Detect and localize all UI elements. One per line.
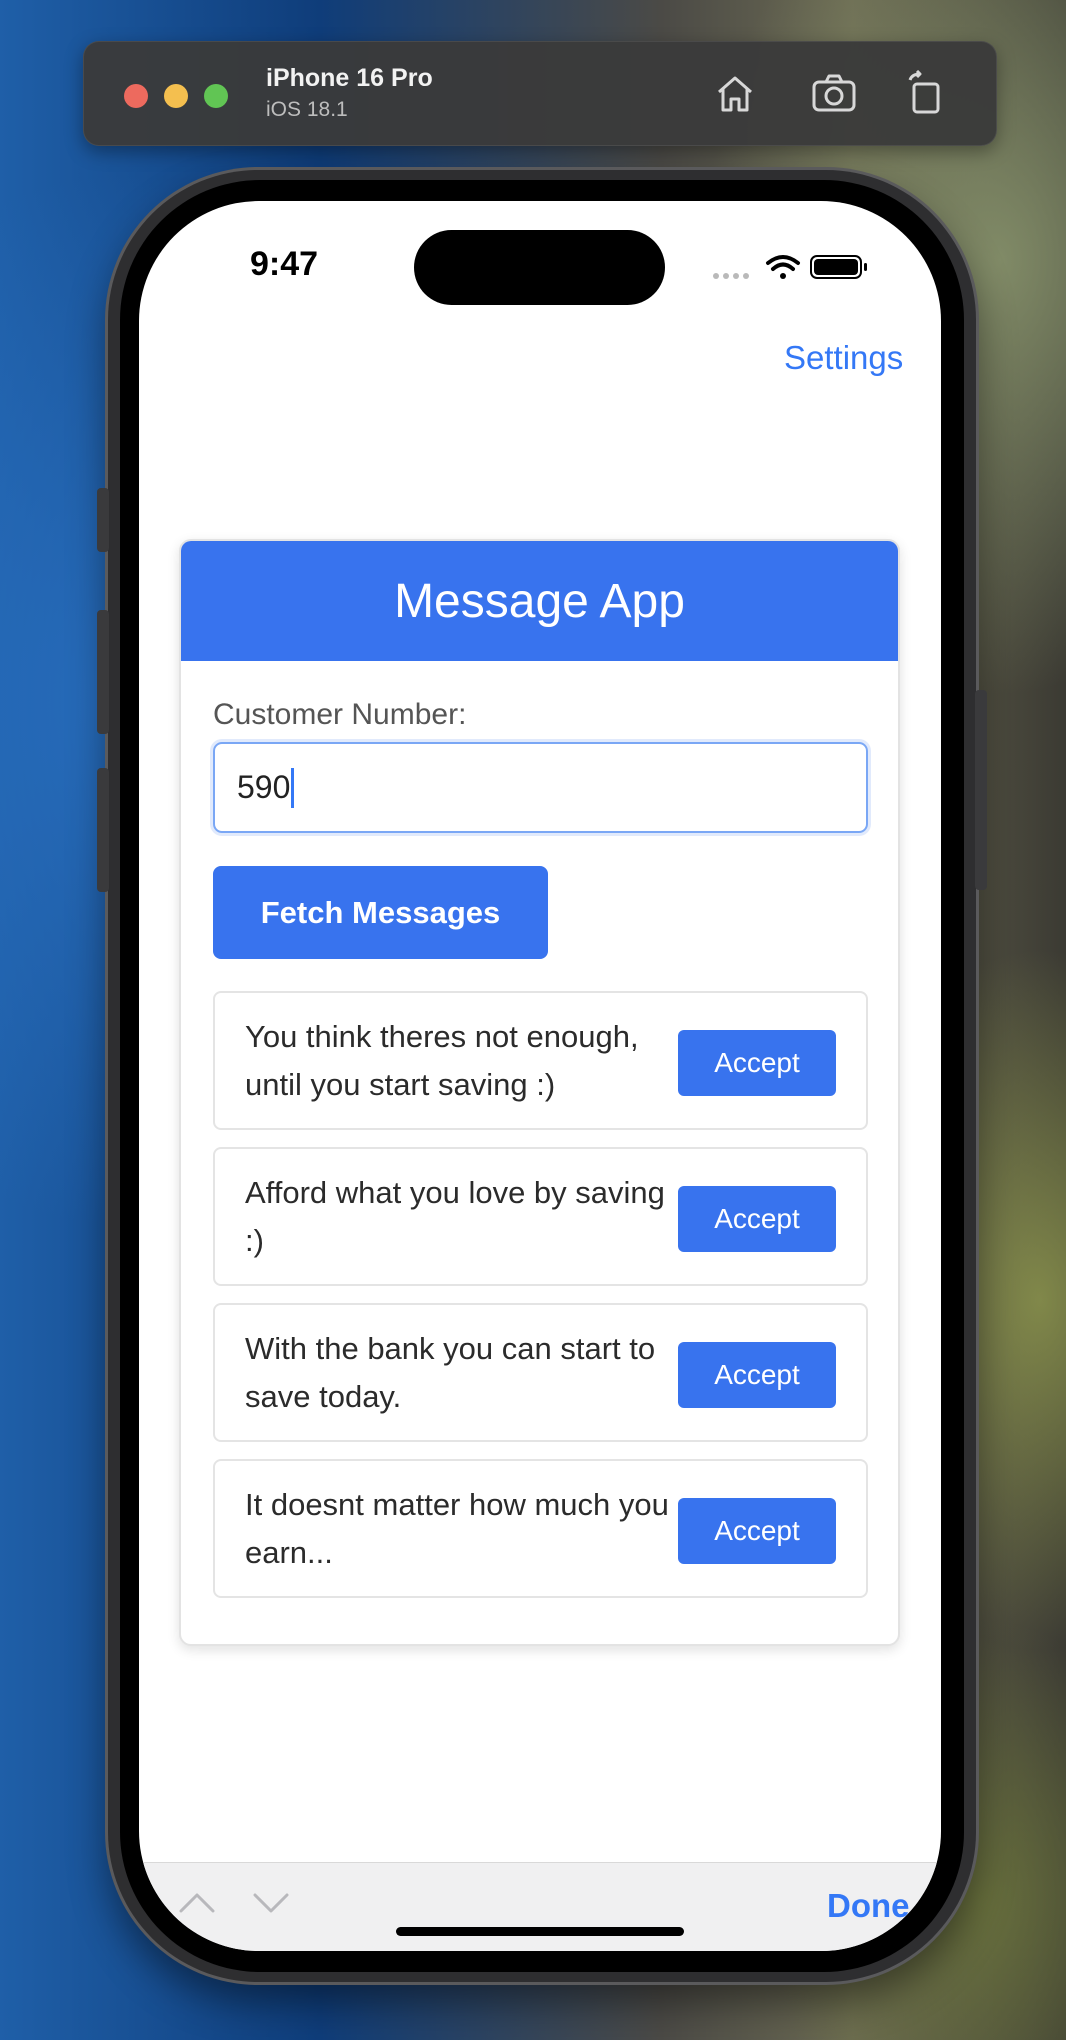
message-list: You think theres not enough, until you s… [213,991,868,1615]
message-text: It doesnt matter how much you earn... [245,1486,669,1570]
rotate-icon[interactable] [902,69,950,118]
message-text: Afford what you love by saving :) [245,1174,665,1258]
screenshot-icon[interactable] [810,70,858,118]
os-version: iOS 18.1 [266,98,348,121]
message-item: You think theres not enough, until you s… [213,991,868,1130]
accept-button[interactable]: Accept [678,1498,836,1564]
dynamic-island [414,230,665,305]
signal-icon [713,273,749,279]
app-title: Message App [181,541,898,661]
volume-down-button[interactable] [97,768,109,892]
action-button[interactable] [97,488,109,552]
accept-button[interactable]: Accept [678,1342,836,1408]
battery-icon [810,255,867,279]
status-icons [712,251,882,283]
message-item: With the bank you can start to save toda… [213,1303,868,1442]
message-app-card: Message App Customer Number: 590 Fetch M… [179,539,900,1646]
close-window-button[interactable] [124,84,148,108]
power-button[interactable] [975,690,987,890]
message-text: With the bank you can start to save toda… [245,1330,656,1414]
device-name: iPhone 16 Pro [266,64,433,92]
accept-button[interactable]: Accept [678,1186,836,1252]
minimize-window-button[interactable] [164,84,188,108]
fetch-messages-button[interactable]: Fetch Messages [213,866,548,959]
accept-button[interactable]: Accept [678,1030,836,1096]
keyboard-accessory-bar: Done [139,1862,941,1951]
home-indicator [396,1927,684,1936]
wifi-icon [766,255,800,279]
message-item: It doesnt matter how much you earn... Ac… [213,1459,868,1598]
status-time: 9:47 [250,245,319,283]
settings-link[interactable]: Settings [784,339,903,377]
chevron-up-icon[interactable] [177,1887,217,1917]
zoom-window-button[interactable] [204,84,228,108]
customer-number-value: 590 [237,769,291,805]
message-text: You think theres not enough, until you s… [245,1018,639,1102]
customer-number-label: Customer Number: [213,698,467,731]
volume-up-button[interactable] [97,610,109,734]
chevron-down-icon[interactable] [251,1887,291,1917]
phone-screen: 9:47 Settings Message App Customer Numbe… [139,201,941,1951]
done-button[interactable]: Done [827,1887,910,1925]
customer-number-input[interactable]: 590 [213,742,868,833]
text-caret [291,767,295,808]
message-item: Afford what you love by saving :) Accept [213,1147,868,1286]
simulator-toolbar: iPhone 16 Pro iOS 18.1 [83,41,997,146]
home-icon[interactable] [711,70,759,118]
